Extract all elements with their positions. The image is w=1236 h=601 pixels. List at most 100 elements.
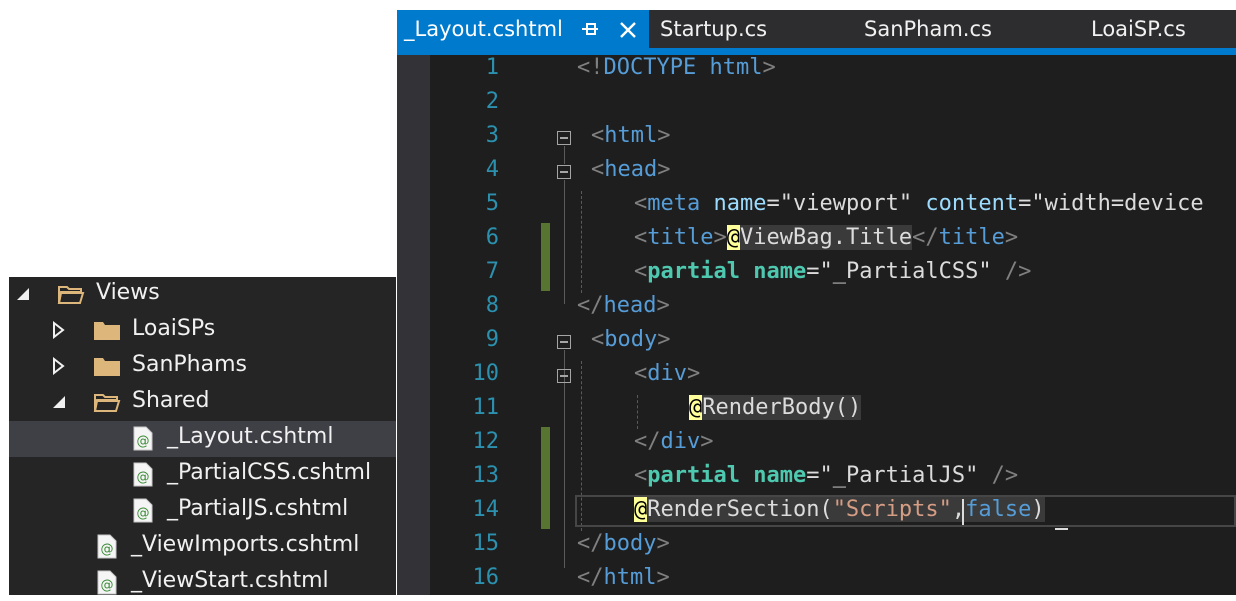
code-token: > (657, 327, 671, 352)
code-token: > (713, 225, 727, 250)
tree-item-viewimports[interactable]: @ _ViewImports.cshtml (9, 529, 396, 565)
code-line-7[interactable]: <partial name="_PartialCSS" /> (634, 259, 1031, 293)
fold-line (564, 146, 565, 164)
code-line-1[interactable]: <!DOCTYPE html> (577, 55, 776, 89)
tree-item-label: _Layout.cshtml (167, 424, 334, 449)
pin-icon[interactable] (581, 21, 599, 37)
code-token: < (591, 327, 605, 352)
line-number: 14 (472, 497, 500, 522)
expanded-arrow-icon[interactable] (15, 285, 31, 303)
tab-layout-cshtml[interactable]: _Layout.cshtml (397, 10, 649, 48)
tree-item-partialjs[interactable]: @ _PartialJS.cshtml (9, 493, 396, 529)
code-token: < (634, 191, 648, 216)
line-number: 9 (485, 327, 499, 352)
document-tab-bar: _Layout.cshtml Startup.cs SanPham.cs Loa… (397, 10, 1236, 48)
code-token: html (604, 123, 658, 148)
collapse-region-icon[interactable] (557, 131, 571, 145)
code-token: < (634, 259, 648, 284)
folder-icon (94, 358, 120, 376)
svg-text:@: @ (101, 578, 114, 593)
tree-item-loaisps[interactable]: LoaiSPs (9, 313, 396, 349)
code-token: = (766, 191, 780, 216)
code-token: > (1004, 225, 1019, 250)
tree-item-layout-selected[interactable]: @ _Layout.cshtml (9, 421, 396, 457)
code-token: html (603, 565, 657, 590)
tree-item-shared[interactable]: Shared (9, 385, 396, 421)
code-token: false (965, 497, 1032, 522)
razor-file-icon: @ (133, 498, 153, 523)
line-number: 13 (472, 463, 500, 488)
code-token: </ (577, 565, 604, 590)
line-number: 8 (485, 293, 499, 318)
svg-text:@: @ (101, 542, 114, 557)
code-line-11[interactable]: @RenderBody() (689, 395, 862, 429)
collapsed-arrow-icon[interactable] (51, 357, 67, 375)
code-token: title (647, 225, 714, 250)
tree-item-label: Views (96, 280, 160, 305)
code-token: body (604, 327, 658, 352)
code-line-10[interactable]: <div> (634, 361, 700, 395)
tab-sanpham-cs[interactable]: SanPham.cs (839, 10, 1059, 48)
code-token: /> (1004, 259, 1032, 284)
code-token: partial (647, 463, 740, 488)
expanded-arrow-icon[interactable] (51, 393, 67, 411)
collapse-region-icon[interactable] (557, 335, 571, 349)
tree-item-label: _PartialJS.cshtml (167, 496, 349, 521)
line-number: 1 (485, 55, 499, 80)
code-token: title (938, 225, 1005, 250)
code-token: > (762, 55, 776, 80)
code-token: "_PartialCSS" (819, 259, 992, 284)
collapse-region-icon[interactable] (557, 369, 571, 383)
code-token: > (656, 293, 670, 318)
code-token: body (603, 531, 657, 556)
collapse-region-icon[interactable] (557, 165, 571, 179)
code-line-14[interactable]: @RenderSection("Scripts",false) (634, 497, 1045, 531)
indicator-margin (397, 55, 430, 595)
svg-text:@: @ (137, 506, 150, 521)
code-line-12[interactable]: </div> (634, 429, 714, 463)
text-caret (962, 499, 964, 525)
tree-item-partialcss[interactable]: @ _PartialCSS.cshtml (9, 457, 396, 493)
code-token: < (634, 361, 648, 386)
code-line-3[interactable]: <html> (591, 123, 670, 157)
code-line-5[interactable]: <meta name="viewport" content="width=dev… (634, 191, 1204, 225)
indent-guide (581, 191, 582, 293)
code-token: > (657, 157, 671, 182)
tree-item-label: LoaiSPs (132, 316, 216, 341)
tree-item-viewstart[interactable]: @ _ViewStart.cshtml (9, 565, 396, 601)
fold-line (564, 180, 565, 304)
tab-startup-cs[interactable]: Startup.cs (649, 10, 839, 48)
close-icon[interactable] (619, 21, 637, 39)
line-number: 12 (472, 429, 500, 454)
code-token: ) (1031, 497, 1045, 522)
code-line-8[interactable]: </head> (577, 293, 670, 327)
code-editor[interactable]: _Layout.cshtml Startup.cs SanPham.cs Loa… (397, 10, 1236, 595)
code-line-13[interactable]: <partial name="_PartialJS" /> (634, 463, 1018, 497)
code-token: partial (647, 259, 740, 284)
change-marker (541, 223, 550, 291)
code-token: meta (647, 191, 701, 216)
folder-open-icon (93, 394, 121, 412)
tab-label: Startup.cs (660, 17, 768, 41)
code-line-16[interactable]: </html> (577, 565, 670, 599)
solution-explorer: Views LoaiSPs SanPhams Shared @ _Layout.… (9, 277, 396, 595)
code-token: = (1018, 191, 1032, 216)
collapsed-arrow-icon[interactable] (51, 321, 67, 339)
code-token: RenderBody() (702, 395, 862, 420)
code-token: "width=device (1031, 191, 1204, 216)
tree-item-sanphams[interactable]: SanPhams (9, 349, 396, 385)
code-line-4[interactable]: <head> (591, 157, 670, 191)
razor-transition-symbol: @ (726, 225, 740, 250)
tab-loaisp-cs[interactable]: LoaiSP.cs (1059, 10, 1236, 48)
code-line-9[interactable]: <body> (591, 327, 670, 361)
code-token: name (753, 259, 807, 284)
tree-item-label: _ViewStart.cshtml (131, 568, 329, 593)
code-line-6[interactable]: <title>@ViewBag.Title</title> (634, 225, 1018, 259)
code-line-15[interactable]: </body> (577, 531, 670, 565)
tree-item-views[interactable]: Views (9, 277, 396, 313)
svg-text:@: @ (137, 470, 150, 485)
line-number: 16 (472, 565, 500, 590)
